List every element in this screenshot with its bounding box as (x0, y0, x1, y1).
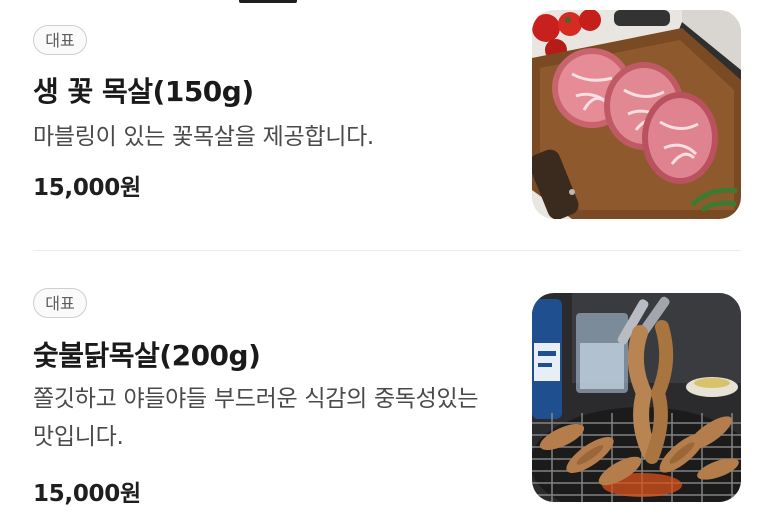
menu-item-description: 마블링이 있는 꽃목살을 제공합니다. (33, 124, 374, 150)
pork-neck-image (532, 10, 741, 219)
item-divider (33, 250, 741, 251)
menu-item-price: 15,000원 (33, 481, 141, 507)
menu-list-page: 대표 생 꽃 목살(150g) 마블링이 있는 꽃목살을 제공합니다. 15,0… (0, 0, 773, 526)
menu-item-chicken-neck[interactable]: 대표 숯불닭목살(200g) 쫄깃하고 야들야들 부드러운 식감의 중독성있는 … (0, 252, 773, 526)
chicken-neck-image (532, 293, 741, 502)
menu-item-photo[interactable] (532, 10, 741, 219)
menu-item-pork-neck[interactable]: 대표 생 꽃 목살(150g) 마블링이 있는 꽃목살을 제공합니다. 15,0… (0, 0, 773, 250)
signature-badge: 대표 (33, 25, 87, 55)
menu-item-name: 생 꽃 목살(150g) (33, 75, 254, 108)
menu-item-name: 숯불닭목살(200g) (33, 339, 261, 372)
menu-item-description: 쫄깃하고 야들야들 부드러운 식감의 중독성있는 맛입니다. (33, 386, 479, 450)
menu-item-price: 15,000원 (33, 175, 141, 201)
menu-item-photo[interactable] (532, 293, 741, 502)
signature-badge: 대표 (33, 288, 87, 318)
